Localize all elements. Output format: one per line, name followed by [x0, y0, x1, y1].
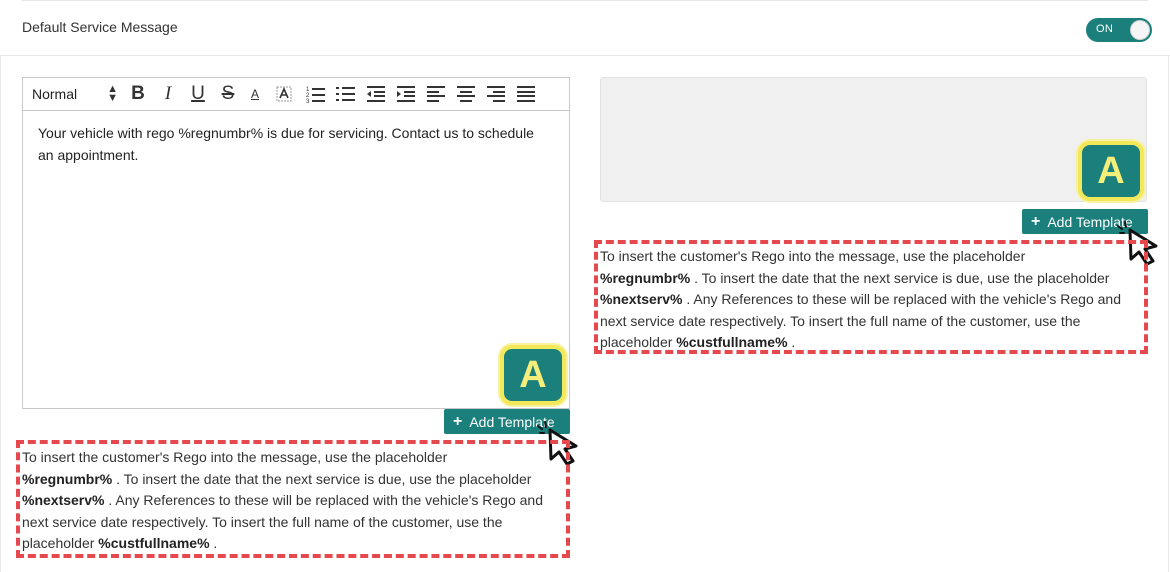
editor-content[interactable]: Your vehicle with rego %regnumbr% is due…	[38, 122, 545, 166]
placeholder-help-text: To insert the customer's Rego into the m…	[594, 240, 1148, 354]
section-title: Default Service Message	[22, 19, 178, 35]
align-center-icon[interactable]	[455, 82, 477, 106]
left-border	[0, 56, 1, 572]
plus-icon: +	[453, 412, 463, 430]
background-color-icon[interactable]	[275, 82, 293, 106]
bold-button[interactable]: B	[127, 82, 149, 106]
indent-icon[interactable]	[395, 82, 417, 106]
help-text-part: . To insert the date that the next servi…	[690, 269, 1110, 286]
align-right-icon[interactable]	[485, 82, 507, 106]
underline-button[interactable]: U	[187, 82, 209, 106]
step-badge: A	[1078, 141, 1144, 201]
ordered-list-icon[interactable]: 123	[305, 82, 327, 106]
help-text-part: .	[209, 535, 218, 551]
outdent-icon[interactable]	[365, 82, 387, 106]
font-color-button[interactable]: A	[247, 82, 263, 106]
regnumbr-placeholder: %regnumbr%	[22, 470, 113, 487]
regnumbr-placeholder: %regnumbr%	[600, 269, 691, 286]
strikethrough-button[interactable]: S	[217, 82, 239, 106]
help-text-part: .	[787, 334, 796, 350]
format-select-value: Normal	[32, 86, 78, 102]
align-left-icon[interactable]	[425, 82, 447, 106]
align-justify-icon[interactable]	[515, 82, 537, 106]
editor-toolbar: Normal ▲ ▼ B I U S A 123	[23, 78, 569, 111]
italic-button[interactable]: I	[157, 82, 179, 106]
nextserv-placeholder: %nextserv%	[22, 492, 105, 508]
placeholder-help-text: To insert the customer's Rego into the m…	[16, 440, 570, 558]
svg-text:3: 3	[306, 99, 310, 103]
message-textarea[interactable]	[600, 77, 1147, 202]
plus-icon: +	[1031, 212, 1041, 230]
default-service-message-row: Default Service Message ON	[0, 0, 1170, 55]
nextserv-placeholder: %nextserv%	[600, 291, 683, 307]
format-select[interactable]: Normal ▲ ▼	[32, 83, 118, 104]
help-text-part: . To insert the date that the next servi…	[112, 470, 532, 487]
bullet-list-icon[interactable]	[335, 82, 357, 106]
header-divider	[0, 55, 1170, 56]
right-border	[1168, 56, 1169, 572]
custfullname-placeholder: %custfullname%	[98, 535, 210, 551]
help-text-part: To insert the customer's Rego into the m…	[22, 449, 448, 465]
toggle-knob[interactable]	[1130, 20, 1150, 40]
toggle-label: ON	[1096, 23, 1114, 35]
select-arrows-icon: ▲ ▼	[107, 83, 118, 104]
custfullname-placeholder: %custfullname%	[676, 334, 788, 350]
rich-text-editor[interactable]: Normal ▲ ▼ B I U S A 123 Your vehicle wi…	[22, 77, 570, 409]
on-off-toggle[interactable]: ON	[1086, 18, 1152, 42]
step-badge: A	[500, 345, 566, 405]
help-text-part: To insert the customer's Rego into the m…	[600, 248, 1026, 264]
